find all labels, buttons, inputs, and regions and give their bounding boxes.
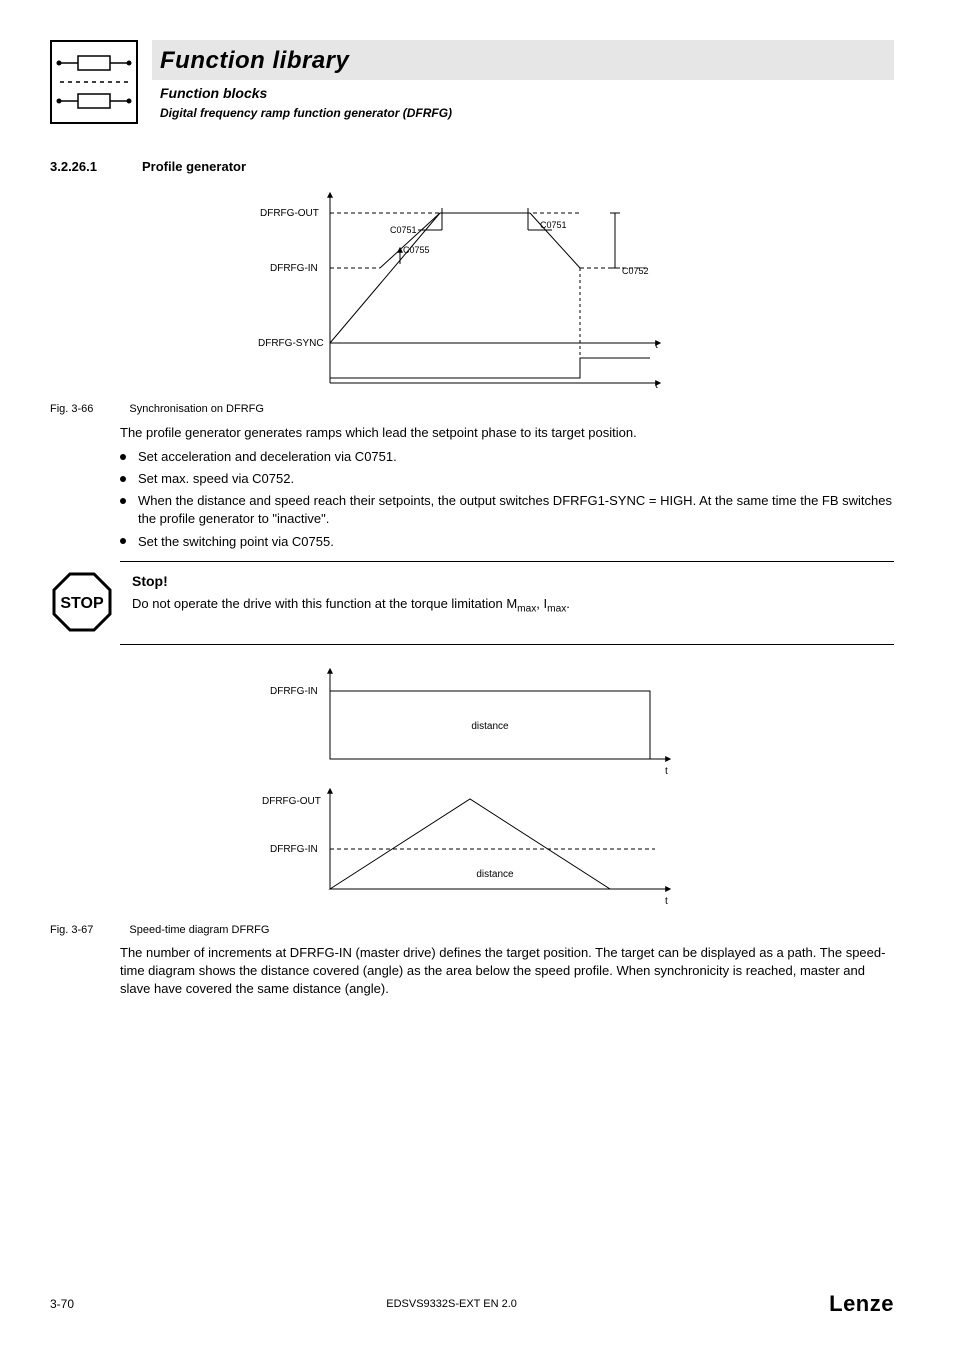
svg-text:t: t bbox=[655, 380, 658, 391]
svg-text:DFRFG-IN: DFRFG-IN bbox=[270, 844, 318, 855]
svg-text:DFRFG-IN: DFRFG-IN bbox=[270, 263, 318, 274]
bullet-list: Set acceleration and deceleration via C0… bbox=[120, 448, 894, 551]
section-title: Profile generator bbox=[142, 158, 246, 176]
stop-heading: Stop! bbox=[132, 572, 894, 592]
svg-text:STOP: STOP bbox=[60, 595, 104, 612]
page-title: Function library bbox=[160, 44, 886, 78]
figure1-caption: Synchronisation on DFRFG bbox=[129, 402, 264, 417]
page-number: 3-70 bbox=[50, 1296, 74, 1313]
body2-text: The number of increments at DFRFG-IN (ma… bbox=[120, 944, 894, 999]
figure1-id: Fig. 3-66 bbox=[50, 402, 93, 417]
brand-logo: Lenze bbox=[829, 1289, 894, 1320]
section-number: 3.2.26.1 bbox=[50, 158, 120, 176]
stop-text: Do not operate the drive with this funct… bbox=[132, 595, 894, 617]
page-subsubtitle: Digital frequency ramp function generato… bbox=[160, 105, 894, 122]
list-item: Set the switching point via C0755. bbox=[120, 533, 894, 551]
figure2-caption: Speed-time diagram DFRFG bbox=[129, 923, 269, 938]
doc-id: EDSVS9332S-EXT EN 2.0 bbox=[386, 1297, 517, 1312]
figure-sync-dfrfg: t DFRFG-OUT DFRFG-IN DFRFG-SYNC C0751 C0… bbox=[240, 188, 760, 398]
page-subtitle: Function blocks bbox=[160, 84, 894, 104]
svg-text:DFRFG-OUT: DFRFG-OUT bbox=[260, 208, 319, 219]
stop-icon: STOP bbox=[50, 570, 114, 634]
figure2-id: Fig. 3-67 bbox=[50, 923, 93, 938]
list-item: Set acceleration and deceleration via C0… bbox=[120, 448, 894, 466]
svg-text:distance: distance bbox=[471, 721, 509, 732]
svg-text:t: t bbox=[665, 896, 668, 907]
svg-text:DFRFG-OUT: DFRFG-OUT bbox=[262, 796, 321, 807]
svg-text:distance: distance bbox=[476, 869, 514, 880]
svg-text:C0751: C0751 bbox=[540, 220, 567, 230]
svg-text:t: t bbox=[655, 340, 658, 351]
divider bbox=[120, 561, 894, 562]
divider bbox=[120, 644, 894, 645]
svg-text:C0755: C0755 bbox=[403, 245, 430, 255]
intro-text: The profile generator generates ramps wh… bbox=[120, 424, 894, 442]
svg-text:C0751: C0751 bbox=[390, 225, 417, 235]
svg-text:DFRFG-SYNC: DFRFG-SYNC bbox=[258, 338, 324, 349]
list-item: When the distance and speed reach their … bbox=[120, 492, 894, 528]
function-block-icon bbox=[50, 40, 138, 124]
svg-text:DFRFG-IN: DFRFG-IN bbox=[270, 686, 318, 697]
figure-speed-time: distance DFRFG-IN t DFRFG-OUT DFRFG-IN d… bbox=[240, 659, 760, 919]
svg-text:t: t bbox=[665, 766, 668, 777]
svg-text:C0752: C0752 bbox=[622, 266, 649, 276]
list-item: Set max. speed via C0752. bbox=[120, 470, 894, 488]
